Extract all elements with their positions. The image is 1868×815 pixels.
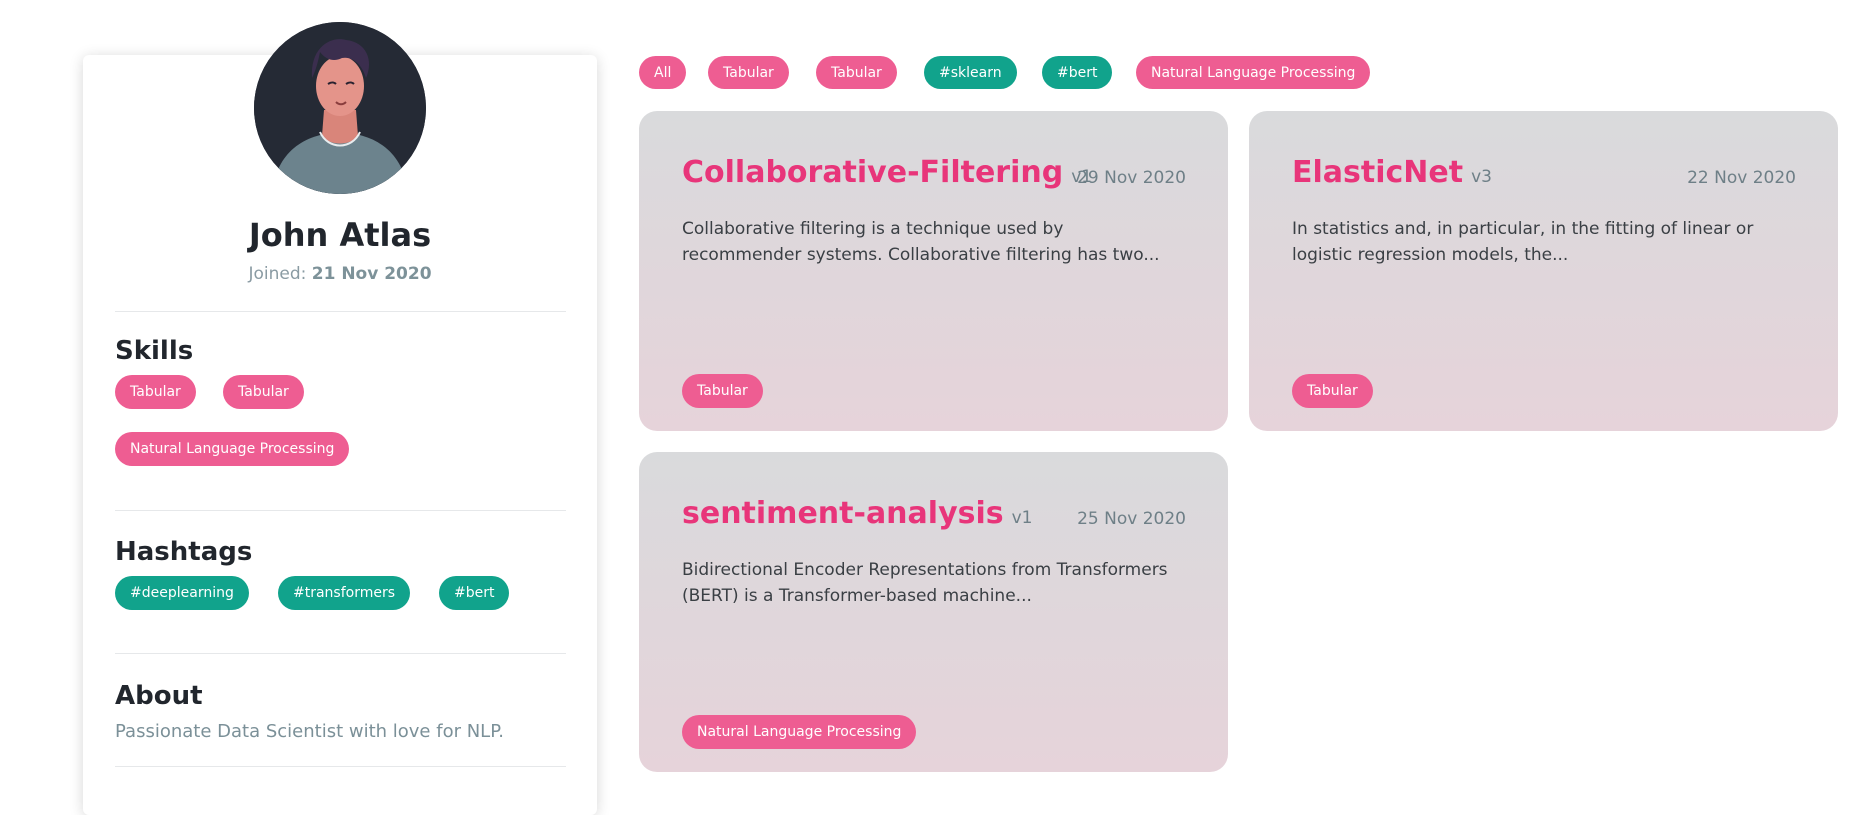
filter-hashtag[interactable]: #bert <box>1042 56 1113 89</box>
about-text: Passionate Data Scientist with love for … <box>115 721 504 742</box>
joined-label: Joined: <box>248 264 307 284</box>
hashtag-tag[interactable]: #deeplearning <box>115 576 249 610</box>
model-date: 25 Nov 2020 <box>1077 509 1186 529</box>
divider <box>115 510 566 511</box>
model-date: 29 Nov 2020 <box>1077 168 1186 188</box>
divider <box>115 653 566 654</box>
model-tag[interactable]: Tabular <box>682 374 763 408</box>
model-date: 22 Nov 2020 <box>1687 168 1796 188</box>
joined-date: 21 Nov 2020 <box>311 264 432 284</box>
model-tag[interactable]: Tabular <box>1292 374 1373 408</box>
filter-hashtag[interactable]: #sklearn <box>924 56 1017 89</box>
model-version: v3 <box>1471 167 1492 187</box>
divider <box>115 766 566 767</box>
model-description: In statistics and, in particular, in the… <box>1292 219 1754 265</box>
profile-name: John Atlas <box>248 216 432 254</box>
skills-title: Skills <box>115 336 194 366</box>
avatar-illustration-icon <box>254 22 426 194</box>
filter-tag[interactable]: Natural Language Processing <box>1136 56 1371 89</box>
skill-tag[interactable]: Tabular <box>115 375 196 409</box>
avatar <box>254 22 426 194</box>
model-name: sentiment-analysis <box>682 496 1004 531</box>
model-name: Collaborative-Filtering <box>682 155 1064 190</box>
model-card[interactable]: ElasticNet v3 22 Nov 2020 In statistics a… <box>1249 111 1838 431</box>
skill-tag[interactable]: Natural Language Processing <box>115 432 350 466</box>
filter-all[interactable]: All <box>639 56 687 89</box>
model-title[interactable]: ElasticNet v3 <box>1292 155 1492 190</box>
model-card[interactable]: Collaborative-Filtering v1 29 Nov 2020 Co… <box>639 111 1228 431</box>
filter-tag[interactable]: Tabular <box>708 56 789 89</box>
model-card[interactable]: sentiment-analysis v1 25 Nov 2020 Bidirec… <box>639 452 1228 772</box>
divider <box>115 311 566 312</box>
about-title: About <box>115 681 203 711</box>
joined-info: Joined: 21 Nov 2020 <box>83 264 597 284</box>
filter-tag[interactable]: Tabular <box>816 56 897 89</box>
model-tag[interactable]: Natural Language Processing <box>682 715 917 749</box>
model-description: Collaborative filtering is a technique u… <box>682 219 1160 265</box>
hashtag-tag[interactable]: #transformers <box>278 576 411 610</box>
skill-tag[interactable]: Tabular <box>223 375 304 409</box>
model-title[interactable]: sentiment-analysis v1 <box>682 496 1033 531</box>
model-name: ElasticNet <box>1292 155 1464 190</box>
model-description: Bidirectional Encoder Representations fr… <box>682 560 1168 606</box>
hashtags-title: Hashtags <box>115 537 253 567</box>
model-version: v1 <box>1011 508 1033 528</box>
model-title[interactable]: Collaborative-Filtering v1 <box>682 155 1092 190</box>
hashtag-tag[interactable]: #bert <box>439 576 510 610</box>
